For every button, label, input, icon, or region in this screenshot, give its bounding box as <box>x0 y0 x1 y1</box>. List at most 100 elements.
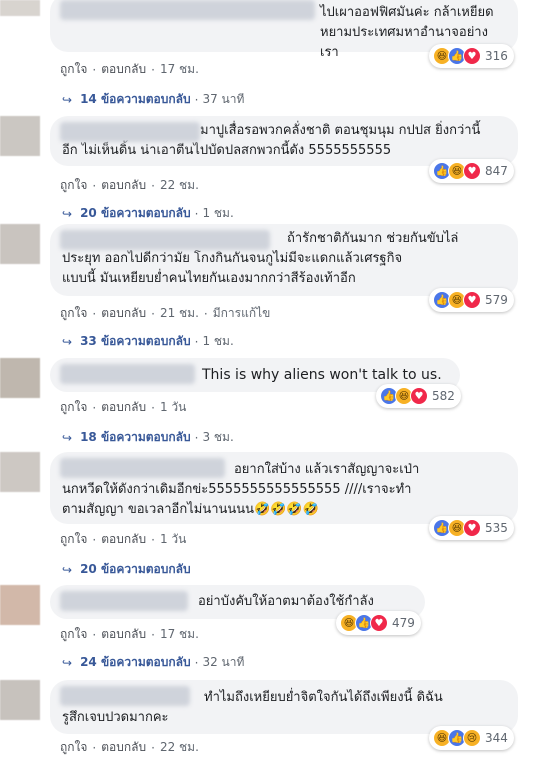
reaction-summary[interactable]: 👍 😆 ♥ 582 <box>376 384 461 408</box>
author-name-blurred[interactable] <box>60 591 188 611</box>
separator: · <box>92 532 97 547</box>
comment-time[interactable]: 17 ชม. <box>160 60 199 79</box>
like-button[interactable]: ถูกใจ <box>60 625 87 644</box>
love-reaction-icon: ♥ <box>370 614 388 632</box>
comment-text: This is why aliens won't talk to us. <box>202 367 442 383</box>
sad-reaction-icon: 😢 <box>463 729 481 747</box>
view-replies-link[interactable]: ↪ 20 ข้อความตอบกลับ · 1 ชม. <box>62 204 234 223</box>
author-name-blurred[interactable] <box>60 122 200 142</box>
view-replies-link[interactable]: ↪ 18 ข้อความตอบกลับ · 3 ชม. <box>62 428 234 447</box>
reply-button[interactable]: ตอบกลับ <box>101 530 146 549</box>
avatar[interactable] <box>0 116 40 156</box>
like-button[interactable]: ถูกใจ <box>60 60 87 79</box>
separator: · <box>194 430 199 445</box>
comment-time[interactable]: 1 วัน <box>160 530 186 549</box>
comment-actions: ถูกใจ · ตอบกลับ · 17 ชม. <box>60 60 199 79</box>
separator: · <box>151 532 155 547</box>
avatar[interactable] <box>0 224 40 264</box>
replies-time: 1 ชม. <box>202 334 234 348</box>
reaction-summary[interactable]: 👍 😆 ♥ 847 <box>429 159 514 183</box>
separator: · <box>92 306 97 321</box>
replies-count[interactable]: 20 ข้อความตอบกลับ <box>80 560 191 579</box>
author-name-blurred[interactable] <box>60 364 195 384</box>
reaction-count: 479 <box>392 616 415 630</box>
reaction-summary[interactable]: 😆 👍 ♥ 479 <box>336 611 421 635</box>
replies-count[interactable]: 18 ข้อความตอบกลับ <box>80 428 191 447</box>
comment-actions: ถูกใจ · ตอบกลับ · 1 วัน <box>60 530 186 549</box>
like-button[interactable]: ถูกใจ <box>60 176 87 195</box>
view-replies-link[interactable]: ↪ 14 ข้อความตอบกลับ · 37 นาที <box>62 90 244 109</box>
avatar[interactable] <box>0 358 40 398</box>
like-button[interactable]: ถูกใจ <box>60 398 87 417</box>
reaction-summary[interactable]: 😆 👍 😢 344 <box>429 726 514 750</box>
author-name-blurred[interactable] <box>60 458 225 478</box>
reply-arrow-icon: ↪ <box>62 334 73 349</box>
comment-time[interactable]: 22 ชม. <box>160 176 199 195</box>
reply-arrow-icon: ↪ <box>62 655 73 670</box>
reaction-summary[interactable]: 👍 😆 ♥ 579 <box>429 288 514 312</box>
separator: · <box>194 92 199 107</box>
reply-arrow-icon: ↪ <box>62 92 73 107</box>
separator: · <box>151 627 155 642</box>
separator: · <box>203 306 208 321</box>
replies-time: 37 นาที <box>202 92 245 106</box>
like-button[interactable]: ถูกใจ <box>60 530 87 549</box>
reply-button[interactable]: ตอบกลับ <box>101 60 146 79</box>
separator: · <box>92 627 97 642</box>
separator: · <box>194 206 199 221</box>
reply-button[interactable]: ตอบกลับ <box>101 304 146 323</box>
replies-count[interactable]: 24 ข้อความตอบกลับ <box>80 653 191 672</box>
separator: · <box>194 334 199 349</box>
reaction-count: 582 <box>432 389 455 403</box>
reply-button[interactable]: ตอบกลับ <box>101 738 146 757</box>
reply-button[interactable]: ตอบกลับ <box>101 176 146 195</box>
reply-arrow-icon: ↪ <box>62 206 73 221</box>
replies-count[interactable]: 20 ข้อความตอบกลับ <box>80 204 191 223</box>
like-button[interactable]: ถูกใจ <box>60 738 87 757</box>
reply-arrow-icon: ↪ <box>62 430 73 445</box>
view-replies-link[interactable]: ↪ 33 ข้อความตอบกลับ · 1 ชม. <box>62 332 234 351</box>
separator: · <box>151 62 155 77</box>
comment-actions: ถูกใจ · ตอบกลับ · 22 ชม. <box>60 738 199 757</box>
reply-button[interactable]: ตอบกลับ <box>101 625 146 644</box>
author-name-blurred[interactable] <box>60 0 315 20</box>
reply-arrow-icon: ↪ <box>62 562 73 577</box>
separator: · <box>92 740 97 755</box>
comment-time[interactable]: 21 ชม. <box>160 304 199 323</box>
view-replies-link[interactable]: ↪ 24 ข้อความตอบกลับ · 32 นาที <box>62 653 244 672</box>
comment-actions: ถูกใจ · ตอบกลับ · 21 ชม. · มีการแก้ไข <box>60 304 270 323</box>
comment-bubble: อยากใส่บ้าง แล้วเราสัญญาจะเป่า นกหวีดให้… <box>50 452 518 524</box>
comment-time[interactable]: 17 ชม. <box>160 625 199 644</box>
love-reaction-icon: ♥ <box>463 162 481 180</box>
comment-text: อย่าบังคับให้อาตมาต้องใช้กำลัง <box>198 594 374 609</box>
replies-count[interactable]: 33 ข้อความตอบกลับ <box>80 332 191 351</box>
reply-button[interactable]: ตอบกลับ <box>101 398 146 417</box>
view-replies-link[interactable]: ↪ 20 ข้อความตอบกลับ <box>62 560 191 579</box>
author-name-blurred[interactable] <box>60 230 270 250</box>
avatar[interactable] <box>0 585 40 625</box>
author-name-blurred[interactable] <box>60 686 190 706</box>
reaction-count: 579 <box>485 293 508 307</box>
comment-actions: ถูกใจ · ตอบกลับ · 17 ชม. <box>60 625 199 644</box>
separator: · <box>92 400 97 415</box>
reaction-summary[interactable]: 😆 👍 ♥ 316 <box>429 44 514 68</box>
love-reaction-icon: ♥ <box>410 387 428 405</box>
separator: · <box>151 740 155 755</box>
replies-time: 3 ชม. <box>202 430 234 444</box>
avatar[interactable] <box>0 680 40 720</box>
avatar[interactable] <box>0 452 40 492</box>
reaction-count: 535 <box>485 521 508 535</box>
comment-time[interactable]: 1 วัน <box>160 398 186 417</box>
like-button[interactable]: ถูกใจ <box>60 304 87 323</box>
comment-bubble: ถ้ารักชาติกันมาก ช่วยกันขับไล่ ประยุท ออ… <box>50 224 518 296</box>
comment-time[interactable]: 22 ชม. <box>160 738 199 757</box>
reaction-summary[interactable]: 👍 😆 ♥ 535 <box>429 516 514 540</box>
comment-actions: ถูกใจ · ตอบกลับ · 1 วัน <box>60 398 186 417</box>
reaction-count: 847 <box>485 164 508 178</box>
reaction-count: 316 <box>485 49 508 63</box>
replies-count[interactable]: 14 ข้อความตอบกลับ <box>80 90 191 109</box>
separator: · <box>151 400 155 415</box>
edited-label[interactable]: มีการแก้ไข <box>213 304 271 323</box>
replies-time: 32 นาที <box>202 655 245 669</box>
avatar[interactable] <box>0 0 40 16</box>
